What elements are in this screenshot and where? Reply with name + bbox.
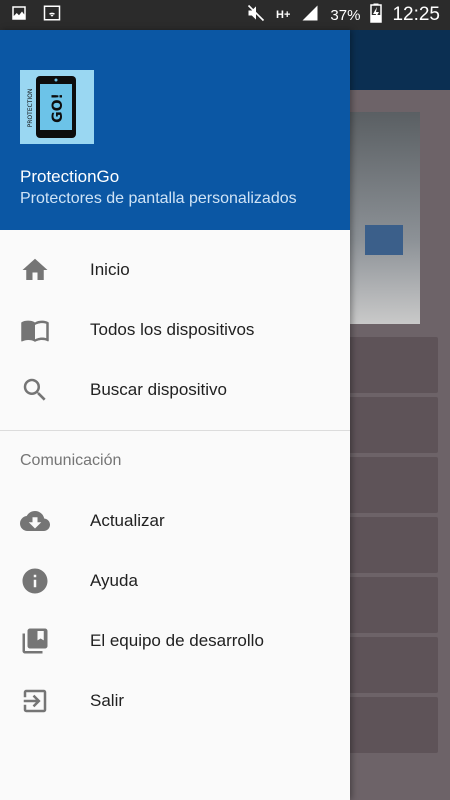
cloud-download-icon bbox=[0, 506, 90, 536]
app-tagline: Protectores de pantalla personalizados bbox=[20, 190, 297, 207]
drawer-menu-comunicacion: Actualizar Ayuda El equipo de desarrollo… bbox=[0, 481, 350, 731]
menu-item-inicio[interactable]: Inicio bbox=[0, 240, 350, 300]
menu-item-todos-los-dispositivos[interactable]: Todos los dispositivos bbox=[0, 300, 350, 360]
search-icon bbox=[0, 375, 90, 405]
home-icon bbox=[0, 255, 90, 285]
menu-item-label: Todos los dispositivos bbox=[90, 320, 255, 339]
menu-item-label: Inicio bbox=[90, 260, 130, 279]
background-hero-detail bbox=[365, 225, 403, 255]
svg-text:PROTECTION: PROTECTION bbox=[27, 89, 34, 128]
status-bar: H+ 37% 12:25 bbox=[0, 0, 450, 30]
app-name: ProtectionGo bbox=[20, 167, 120, 186]
book-icon bbox=[0, 315, 90, 345]
mute-icon bbox=[246, 3, 266, 27]
menu-item-ayuda[interactable]: Ayuda bbox=[0, 551, 350, 611]
menu-item-label: Salir bbox=[90, 691, 125, 710]
info-icon bbox=[0, 566, 90, 596]
app-logo: GO! PROTECTION bbox=[20, 70, 94, 144]
menu-item-actualizar[interactable]: Actualizar bbox=[0, 491, 350, 551]
signal-icon bbox=[300, 4, 320, 26]
menu-item-label: El equipo de desarrollo bbox=[90, 631, 264, 650]
drawer-header: GO! PROTECTION ProtectionGo Protectores … bbox=[0, 30, 350, 230]
network-hplus-icon: H+ bbox=[276, 9, 291, 21]
library-icon bbox=[0, 626, 90, 656]
battery-percentage: 37% bbox=[330, 6, 361, 24]
image-icon bbox=[10, 4, 28, 27]
menu-item-label: Ayuda bbox=[90, 571, 138, 590]
menu-item-label: Actualizar bbox=[90, 511, 165, 530]
wifi-icon bbox=[42, 4, 62, 27]
menu-item-buscar-dispositivo[interactable]: Buscar dispositivo bbox=[0, 360, 350, 420]
menu-item-salir[interactable]: Salir bbox=[0, 671, 350, 731]
drawer-menu: Inicio Todos los dispositivos Buscar dis… bbox=[0, 230, 350, 420]
exit-icon bbox=[0, 686, 90, 716]
svg-text:GO!: GO! bbox=[50, 93, 66, 123]
menu-item-label: Buscar dispositivo bbox=[90, 380, 228, 399]
navigation-drawer: GO! PROTECTION ProtectionGo Protectores … bbox=[0, 30, 350, 800]
menu-item-el-equipo-de-desarrollo[interactable]: El equipo de desarrollo bbox=[0, 611, 350, 671]
battery-charging-icon bbox=[370, 3, 383, 27]
clock: 12:25 bbox=[392, 4, 440, 25]
